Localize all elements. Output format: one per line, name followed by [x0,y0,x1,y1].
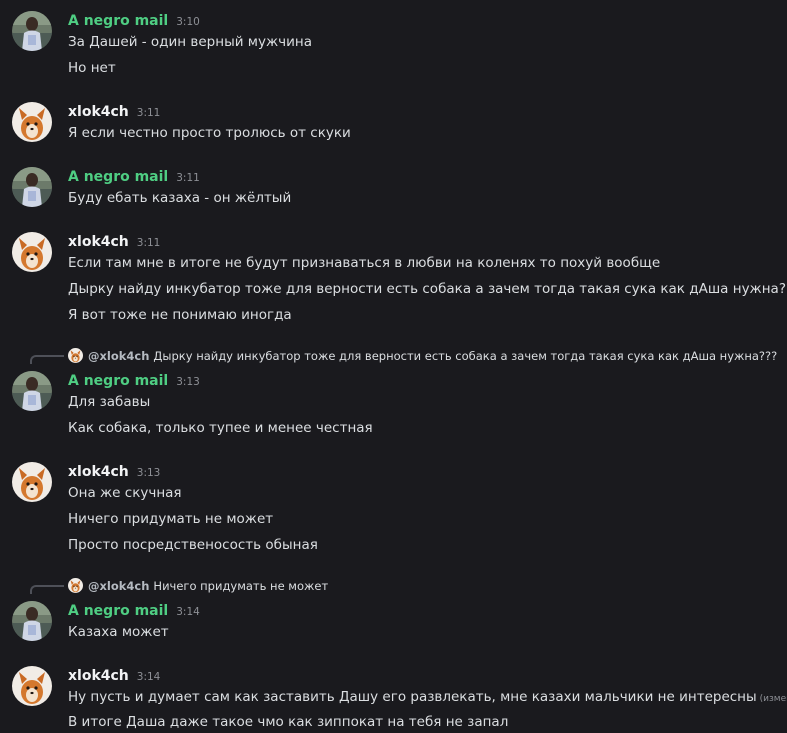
message-header: xlok4ch 3:11 [68,101,160,121]
message-header: A negro mail 3:14 [68,600,200,620]
user-avatar[interactable] [12,666,52,706]
timestamp: 3:10 [176,16,200,28]
message-text: Казаха может [68,624,169,640]
message-text: В итоге Даша даже такое чмо как зиппокат… [68,714,509,730]
timestamp: 3:13 [136,467,161,479]
message-text: Как собака, только тупее и менее честная [68,420,373,436]
reply-avatar [68,578,83,593]
message-text: Буду ебать казаха - он жёлтый [68,190,292,206]
reply-connector [30,585,64,594]
avatar-image [12,462,52,502]
edited-indicator: (изменено) [759,694,787,704]
user-avatar[interactable] [12,11,52,51]
avatar-image [12,232,52,272]
reply-preview[interactable]: @xlok4ch Ничего придумать не может [0,576,787,596]
avatar-image [12,11,52,51]
avatar-image [68,348,83,363]
reply-text[interactable]: @xlok4ch Дырку найду инкубатор тоже для в… [88,348,777,364]
user-avatar[interactable] [12,102,52,142]
message-text: Ничего придумать не может [68,511,274,527]
message-text: Дырку найду инкубатор тоже для верности … [68,281,787,297]
message-text: За Дашей - один верный мужчина [68,34,312,50]
message-text: Но нет [68,60,116,76]
author-name[interactable]: A negro mail [68,373,168,389]
author-name[interactable]: A negro mail [68,13,168,29]
reply-author[interactable]: @xlok4ch [88,349,149,363]
timestamp: 3:11 [136,107,161,119]
author-name[interactable]: xlok4ch [68,234,129,250]
message-text: Она же скучная [68,485,182,501]
author-name[interactable]: xlok4ch [68,464,129,480]
message-header: xlok4ch 3:14 [68,665,160,685]
reply-author[interactable]: @xlok4ch [88,579,149,593]
author-name[interactable]: xlok4ch [68,668,129,684]
timestamp: 3:13 [176,376,200,388]
user-avatar[interactable] [12,462,52,502]
reply-preview[interactable]: @xlok4ch Дырку найду инкубатор тоже для в… [0,346,787,366]
message-header: A negro mail 3:13 [68,370,200,390]
reply-connector [30,355,64,364]
message-text: Просто посредственосость обыная [68,537,318,553]
avatar-image [12,371,52,411]
message-text: Ну пусть и думает сам как заставить Дашу… [68,687,787,709]
avatar-image [68,578,83,593]
reply-text[interactable]: @xlok4ch Ничего придумать не может [88,578,328,594]
author-name[interactable]: xlok4ch [68,104,129,120]
user-avatar[interactable] [12,167,52,207]
user-avatar[interactable] [12,601,52,641]
chat-message-list[interactable]: A negro mail 3:10 За Дашей - один верный … [0,0,787,733]
avatar-image [12,666,52,706]
timestamp: 3:11 [176,172,200,184]
message-text: Если там мне в итоге не будут признавать… [68,255,661,271]
avatar-image [12,102,52,142]
message-text-content: Ну пусть и думает сам как заставить Дашу… [68,689,757,705]
timestamp: 3:14 [136,671,161,683]
message-text: Я вот тоже не понимаю иногда [68,307,292,323]
user-avatar[interactable] [12,371,52,411]
message-header: xlok4ch 3:13 [68,461,160,481]
reply-content: Дырку найду инкубатор тоже для верности … [153,349,778,363]
message-header: A negro mail 3:10 [68,10,200,30]
author-name[interactable]: A negro mail [68,169,168,185]
timestamp: 3:14 [176,606,200,618]
avatar-image [12,601,52,641]
author-name[interactable]: A negro mail [68,603,168,619]
message-header: xlok4ch 3:11 [68,231,160,251]
message-text: Для забавы [68,394,151,410]
reply-avatar [68,348,83,363]
message-text: Я если честно просто тролюсь от скуки [68,125,351,141]
message-header: A negro mail 3:11 [68,166,200,186]
timestamp: 3:11 [136,237,161,249]
user-avatar[interactable] [12,232,52,272]
avatar-image [12,167,52,207]
reply-content: Ничего придумать не может [153,579,329,593]
